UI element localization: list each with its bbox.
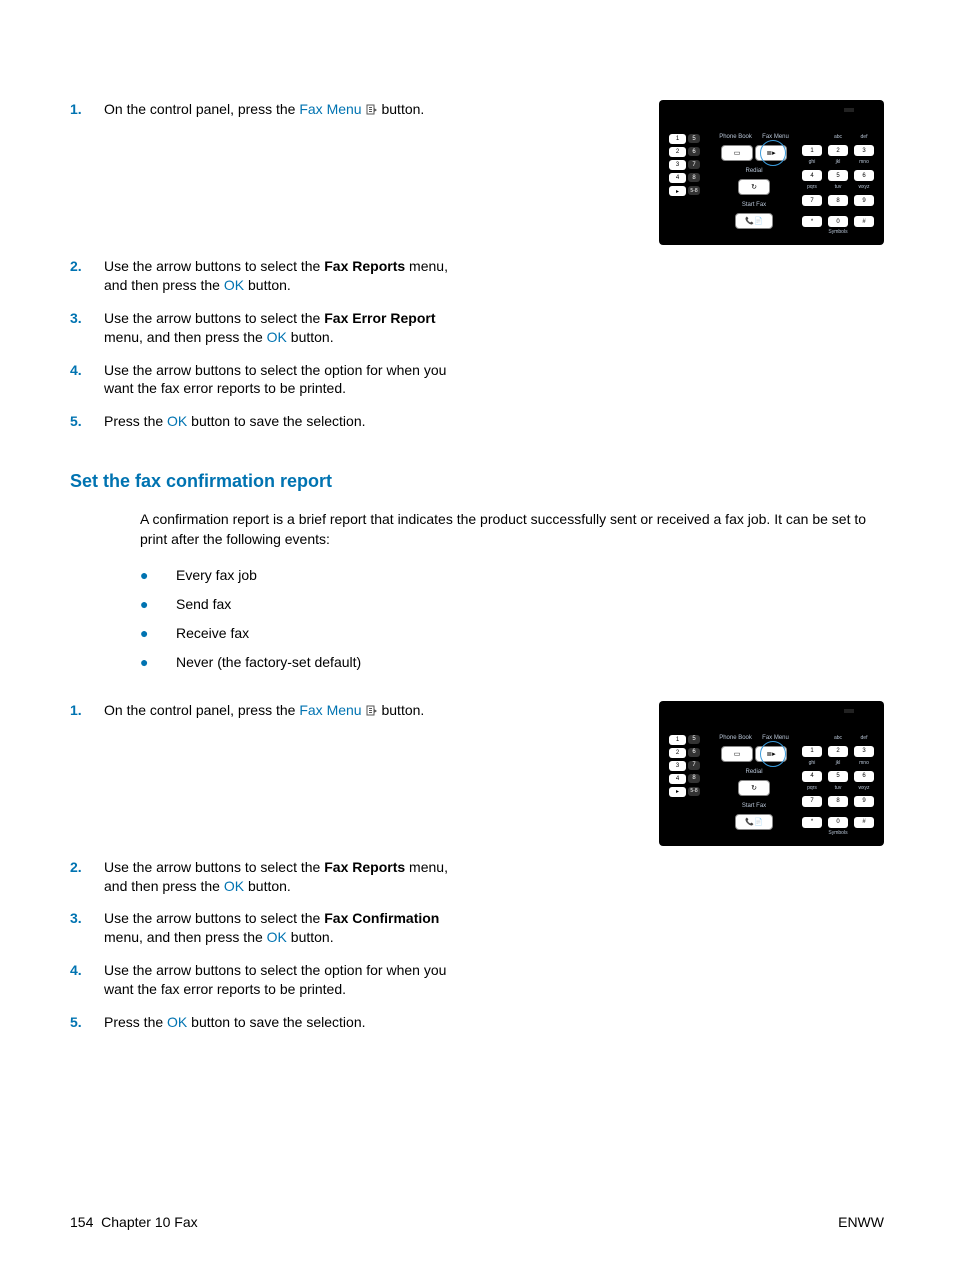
phone-book-button-icon: ▭ <box>721 746 753 762</box>
fax-menu-icon <box>366 104 378 116</box>
bullet-icon: ● <box>140 596 176 613</box>
steps-list-a-cont: 2.Use the arrow buttons to select the Fa… <box>70 257 460 431</box>
intro-paragraph: A confirmation report is a brief report … <box>140 510 884 549</box>
phone-book-button-icon: ▭ <box>721 145 753 161</box>
chapter-name: Chapter 10 Fax <box>101 1214 198 1230</box>
control-panel-illustration: 15 26 37 48 ▸5-8 Phone BookFax Menu ▭≣▸ … <box>659 100 884 245</box>
fax-menu-icon <box>366 705 378 717</box>
start-fax-button-icon: 📞📄 <box>735 213 773 229</box>
page-number: 154 <box>70 1214 93 1230</box>
redial-button-icon: ↻ <box>738 179 770 195</box>
step-text: On the control panel, press the Fax Menu… <box>104 100 460 119</box>
step-number: 1. <box>70 701 104 720</box>
start-fax-button-icon: 📞📄 <box>735 814 773 830</box>
highlight-circle <box>760 741 786 767</box>
redial-button-icon: ↻ <box>738 780 770 796</box>
section-heading: Set the fax confirmation report <box>70 471 884 492</box>
footer-right: ENWW <box>838 1214 884 1230</box>
page-footer: 154 Chapter 10 Fax ENWW <box>70 1214 884 1230</box>
bullet-list: ●Every fax job ●Send fax ●Receive fax ●N… <box>140 567 884 670</box>
bullet-icon: ● <box>140 654 176 671</box>
fax-menu-link: Fax Menu <box>299 702 361 718</box>
bullet-text: Every fax job <box>176 567 257 583</box>
fax-menu-link: Fax Menu <box>299 101 361 117</box>
highlight-circle <box>760 140 786 166</box>
control-panel-illustration: 15 26 37 48 ▸5-8 Phone BookFax Menu ▭≣▸ … <box>659 701 884 846</box>
bullet-icon: ● <box>140 625 176 642</box>
step-text: On the control panel, press the Fax Menu… <box>104 701 460 720</box>
steps-list-a: 1. On the control panel, press the Fax M… <box>70 100 460 119</box>
steps-list-b: 1. On the control panel, press the Fax M… <box>70 701 460 720</box>
steps-list-b-cont: 2.Use the arrow buttons to select the Fa… <box>70 858 460 1032</box>
step-number: 1. <box>70 100 104 119</box>
bullet-text: Send fax <box>176 596 231 612</box>
bullet-icon: ● <box>140 567 176 584</box>
bullet-text: Never (the factory-set default) <box>176 654 361 670</box>
bullet-text: Receive fax <box>176 625 249 641</box>
